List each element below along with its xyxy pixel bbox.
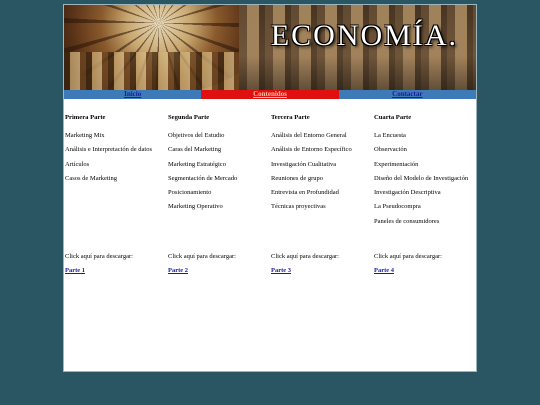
list-item: Objetivos del Estudio <box>168 132 225 139</box>
download-cuarta: Click aquí para descargar: Parte 4 <box>374 252 477 275</box>
list-item: La Encuesta <box>374 132 406 139</box>
column-tercera: Tercera Parte Análisis del Entorno Gener… <box>271 113 374 215</box>
list-item: Investigación Descriptiva <box>374 189 441 197</box>
column-heading: Segunda Parte <box>168 114 210 121</box>
list-item: Análisis e Interpretación de datos <box>65 146 152 154</box>
download-primera: Click aquí para descargar: Parte 1 <box>65 252 168 275</box>
header-banner: ECONOMÍA. <box>64 5 476 90</box>
list-item: Análisis de Entorno Específico <box>271 146 352 154</box>
main-nav: Inicio Contenidos Contactar <box>64 90 476 99</box>
nav-contactar[interactable]: Contactar <box>338 90 476 99</box>
banner-title: ECONOMÍA. <box>270 19 458 52</box>
column-cuarta: Cuarta Parte La Encuesta Observación Exp… <box>374 113 477 229</box>
download-label: Click aquí para descargar: <box>65 253 133 260</box>
list-item: Investigación Cualitativa <box>271 160 337 168</box>
download-link-parte-3[interactable]: Parte 3 <box>271 266 374 275</box>
list-item: Análisis del Entorno General <box>271 132 347 139</box>
column-primera: Primera Parte Marketing Mix Análisis e I… <box>65 113 168 186</box>
column-heading: Primera Parte <box>65 114 106 121</box>
list-item: Marketing Operativo <box>168 203 223 211</box>
list-item: Técnicas proyectivas <box>271 203 326 211</box>
download-link-parte-2[interactable]: Parte 2 <box>168 266 271 275</box>
list-item: Posicionamiento <box>168 189 212 197</box>
list-item: Casos de Marketing <box>65 174 117 182</box>
list-item: Caras del Marketing <box>168 146 222 154</box>
list-item: Experimentación <box>374 160 419 168</box>
column-heading: Cuarta Parte <box>374 114 412 121</box>
column-segunda: Segunda Parte Objetivos del Estudio Cara… <box>168 113 271 215</box>
list-item: Observación <box>374 146 407 154</box>
nav-contenidos[interactable]: Contenidos <box>201 90 339 99</box>
download-label: Click aquí para descargar: <box>374 253 442 260</box>
list-item: Marketing Estratégico <box>168 160 226 168</box>
list-item: Paneles de consumidores <box>374 217 440 225</box>
list-item: Marketing Mix <box>65 132 105 139</box>
nav-inicio[interactable]: Inicio <box>64 90 202 99</box>
column-heading: Tercera Parte <box>271 114 310 121</box>
download-tercera: Click aquí para descargar: Parte 3 <box>271 252 374 275</box>
page-container: ECONOMÍA. Inicio Contenidos Contactar Pr… <box>63 4 477 372</box>
list-item: Segmentación de Mercado <box>168 174 238 182</box>
list-item: Artículos <box>65 160 90 168</box>
download-segunda: Click aquí para descargar: Parte 2 <box>168 252 271 275</box>
list-item: La Pseudocompra <box>374 203 421 211</box>
list-item: Diseño del Modelo de Investigación <box>374 174 469 182</box>
download-label: Click aquí para descargar: <box>271 253 339 260</box>
list-item: Entrevista en Profundidad <box>271 189 339 197</box>
list-item: Reuniones de grupo <box>271 174 323 182</box>
download-label: Click aquí para descargar: <box>168 253 236 260</box>
download-link-parte-4[interactable]: Parte 4 <box>374 266 477 275</box>
download-link-parte-1[interactable]: Parte 1 <box>65 266 168 275</box>
